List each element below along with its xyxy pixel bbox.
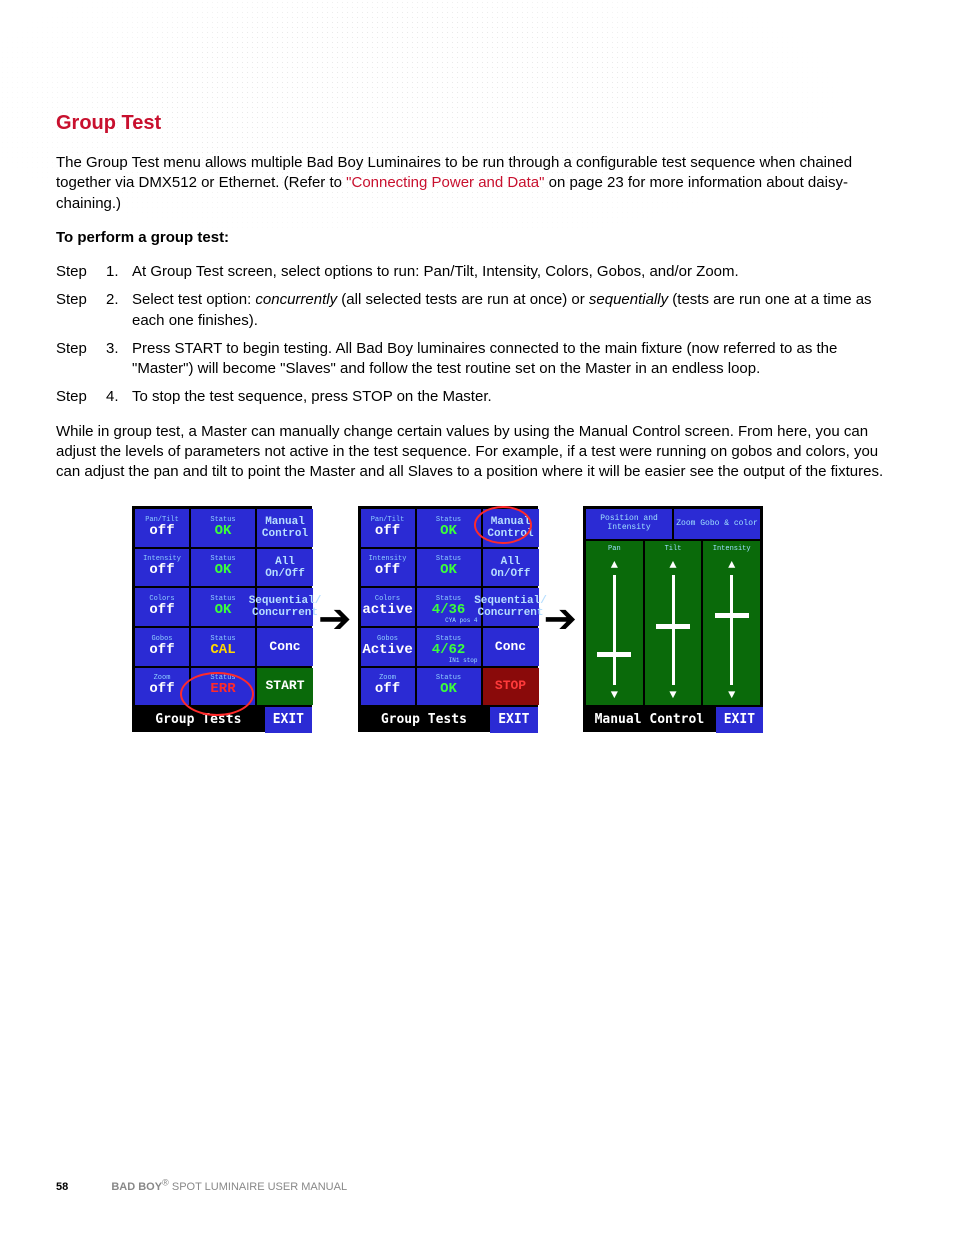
arrow-icon: ➔ — [544, 592, 578, 646]
arrow-icon: ➔ — [318, 592, 352, 646]
screen1-title: Group Tests — [132, 711, 265, 729]
param-cell[interactable]: Zoomoff — [361, 668, 415, 706]
manual-control-screen: Position and IntensityZoom Gobo & color … — [583, 506, 763, 732]
intensity-slider[interactable]: Intensity▲▼ — [703, 541, 760, 705]
status-cell: StatusOK — [191, 549, 255, 587]
step-text: At Group Test screen, select options to … — [132, 262, 898, 282]
stop-button[interactable]: STOP — [483, 668, 539, 706]
sequential-concurrent-button[interactable]: Sequential/Concurrent — [483, 588, 539, 626]
sequential-concurrent-button[interactable]: Sequential/Concurrent — [257, 588, 313, 626]
step-text: To stop the test sequence, press STOP on… — [132, 387, 898, 407]
status-cell: StatusOK — [417, 509, 481, 547]
exit-button[interactable]: EXIT — [265, 707, 312, 733]
section-heading: Group Test — [56, 110, 898, 137]
step-label: Step — [56, 290, 106, 331]
param-cell[interactable]: Pan/Tiltoff — [361, 509, 415, 547]
step-text: Select test option: concurrently (all se… — [132, 290, 898, 331]
screen3-title: Manual Control — [583, 711, 716, 729]
conc-button[interactable]: Conc — [483, 628, 539, 666]
paragraph-2: While in group test, a Master can manual… — [56, 422, 898, 483]
pan-slider[interactable]: Pan▲▼ — [586, 541, 643, 705]
conc-button[interactable]: Conc — [257, 628, 313, 666]
status-cell: StatusCAL — [191, 628, 255, 666]
step-list: Step1.At Group Test screen, select optio… — [56, 262, 898, 408]
step-number: 4. — [106, 387, 132, 407]
exit-button[interactable]: EXIT — [490, 707, 537, 733]
status-cell: StatusOK — [417, 668, 481, 706]
all-on-off-button[interactable]: All On/Off — [257, 549, 313, 587]
manual-control-button[interactable]: Manual Control — [483, 509, 539, 547]
param-cell[interactable]: Pan/Tiltoff — [135, 509, 189, 547]
screen2-title: Group Tests — [358, 711, 491, 729]
screenshot-row: Pan/TiltoffStatusOKManual ControlIntensi… — [56, 506, 898, 732]
param-cell[interactable]: GobosActive — [361, 628, 415, 666]
step-text: Press START to begin testing. All Bad Bo… — [132, 339, 898, 380]
exit-button[interactable]: EXIT — [716, 707, 763, 733]
crossref-link[interactable]: "Connecting Power and Data" — [346, 174, 544, 191]
manual-control-button[interactable]: Manual Control — [257, 509, 313, 547]
page-number: 58 — [56, 1181, 68, 1193]
status-cell: StatusOK — [191, 588, 255, 626]
param-cell[interactable]: Gobosoff — [135, 628, 189, 666]
param-cell[interactable]: Colorsoff — [135, 588, 189, 626]
group-tests-screen-start: Pan/TiltoffStatusOKManual ControlIntensi… — [132, 506, 312, 732]
tilt-slider[interactable]: Tilt▲▼ — [645, 541, 702, 705]
manual-header: Position and Intensity — [586, 509, 672, 539]
intro-paragraph: The Group Test menu allows multiple Bad … — [56, 153, 898, 214]
step-number: 1. — [106, 262, 132, 282]
step-label: Step — [56, 387, 106, 407]
status-cell: Status4/36CYA pos 4 — [417, 588, 481, 626]
param-cell[interactable]: Colorsactive — [361, 588, 415, 626]
page-footer: 58 BAD BOY® SPOT LUMINAIRE USER MANUAL — [56, 1177, 347, 1196]
step-label: Step — [56, 262, 106, 282]
param-cell[interactable]: Intensityoff — [135, 549, 189, 587]
subheading-perform: To perform a group test: — [56, 228, 898, 248]
status-cell: StatusOK — [191, 509, 255, 547]
step-number: 2. — [106, 290, 132, 331]
start-button[interactable]: START — [257, 668, 313, 706]
status-cell: Status4/62IN1 stop — [417, 628, 481, 666]
param-cell[interactable]: Intensityoff — [361, 549, 415, 587]
param-cell[interactable]: Zoomoff — [135, 668, 189, 706]
manual-header: Zoom Gobo & color — [674, 509, 760, 539]
step-number: 3. — [106, 339, 132, 380]
manual-name: BAD BOY® SPOT LUMINAIRE USER MANUAL — [111, 1181, 347, 1193]
step-label: Step — [56, 339, 106, 380]
status-cell: StatusOK — [417, 549, 481, 587]
status-cell: StatusERR — [191, 668, 255, 706]
all-on-off-button[interactable]: All On/Off — [483, 549, 539, 587]
group-tests-screen-stop: Pan/TiltoffStatusOKManual ControlIntensi… — [358, 506, 538, 732]
